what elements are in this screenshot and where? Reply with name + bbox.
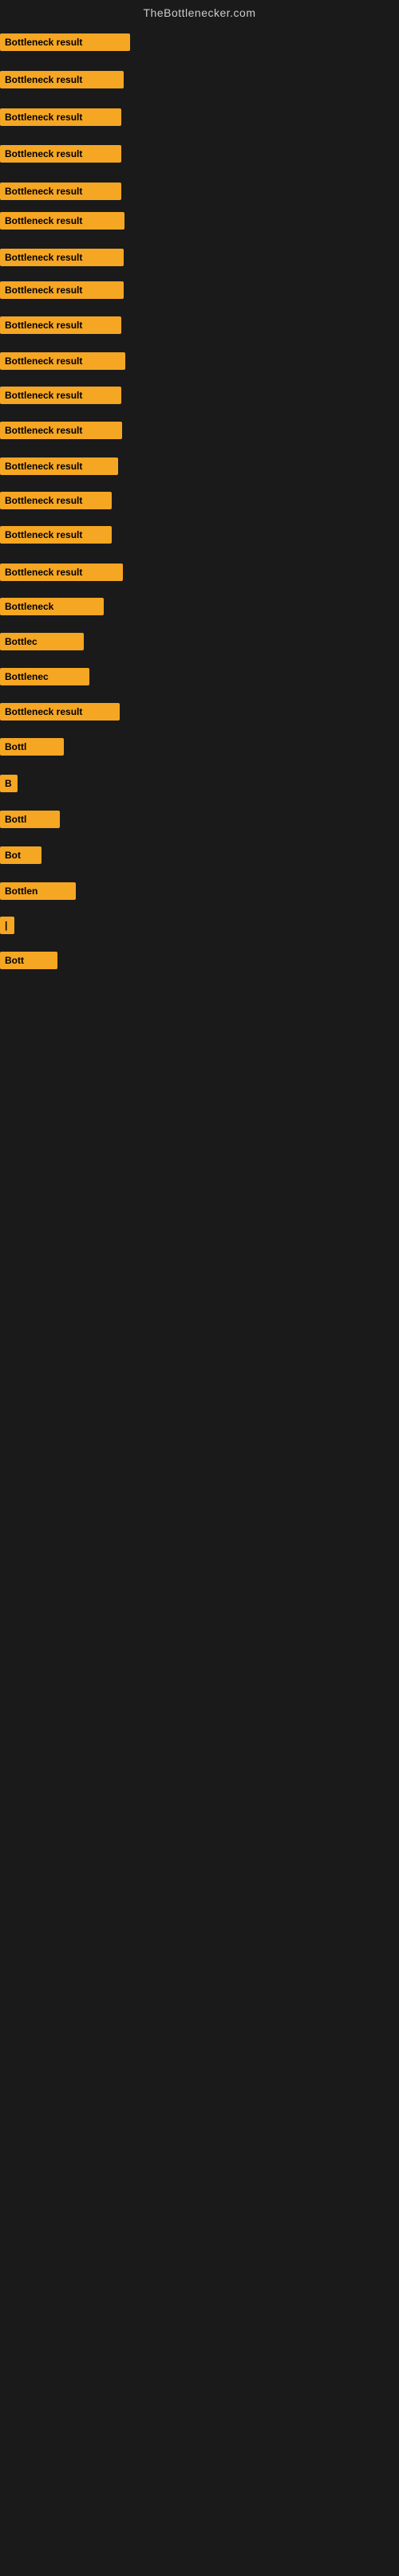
bottleneck-bar-25[interactable]: Bottlen — [0, 882, 76, 900]
bottleneck-bar-4[interactable]: Bottleneck result — [0, 145, 121, 163]
bottleneck-bar-18[interactable]: Bottlec — [0, 633, 84, 650]
bottleneck-bar-22[interactable]: B — [0, 775, 18, 792]
bottleneck-bar-5[interactable]: Bottleneck result — [0, 183, 121, 200]
bottleneck-bar-20[interactable]: Bottleneck result — [0, 703, 120, 721]
bottleneck-bar-21[interactable]: Bottl — [0, 738, 64, 756]
bottleneck-bar-19[interactable]: Bottlenec — [0, 668, 89, 685]
bottleneck-bar-14[interactable]: Bottleneck result — [0, 492, 112, 509]
bottleneck-bar-3[interactable]: Bottleneck result — [0, 108, 121, 126]
bottleneck-bar-10[interactable]: Bottleneck result — [0, 352, 125, 370]
bottleneck-bar-26[interactable]: | — [0, 917, 14, 934]
bottleneck-bar-17[interactable]: Bottleneck — [0, 598, 104, 615]
bottleneck-bar-7[interactable]: Bottleneck result — [0, 249, 124, 266]
bottleneck-bar-16[interactable]: Bottleneck result — [0, 564, 123, 581]
bottleneck-bar-12[interactable]: Bottleneck result — [0, 422, 122, 439]
bottleneck-bar-24[interactable]: Bot — [0, 846, 41, 864]
bottleneck-bar-9[interactable]: Bottleneck result — [0, 316, 121, 334]
bottleneck-bar-6[interactable]: Bottleneck result — [0, 212, 124, 230]
site-title: TheBottlenecker.com — [0, 0, 399, 26]
bottleneck-bar-11[interactable]: Bottleneck result — [0, 387, 121, 404]
bottleneck-bar-8[interactable]: Bottleneck result — [0, 281, 124, 299]
bottleneck-bar-13[interactable]: Bottleneck result — [0, 457, 118, 475]
bottleneck-bar-23[interactable]: Bottl — [0, 811, 60, 828]
bottleneck-bar-1[interactable]: Bottleneck result — [0, 33, 130, 51]
bottleneck-bar-15[interactable]: Bottleneck result — [0, 526, 112, 544]
bottleneck-bar-27[interactable]: Bott — [0, 952, 57, 969]
bottleneck-bar-2[interactable]: Bottleneck result — [0, 71, 124, 88]
